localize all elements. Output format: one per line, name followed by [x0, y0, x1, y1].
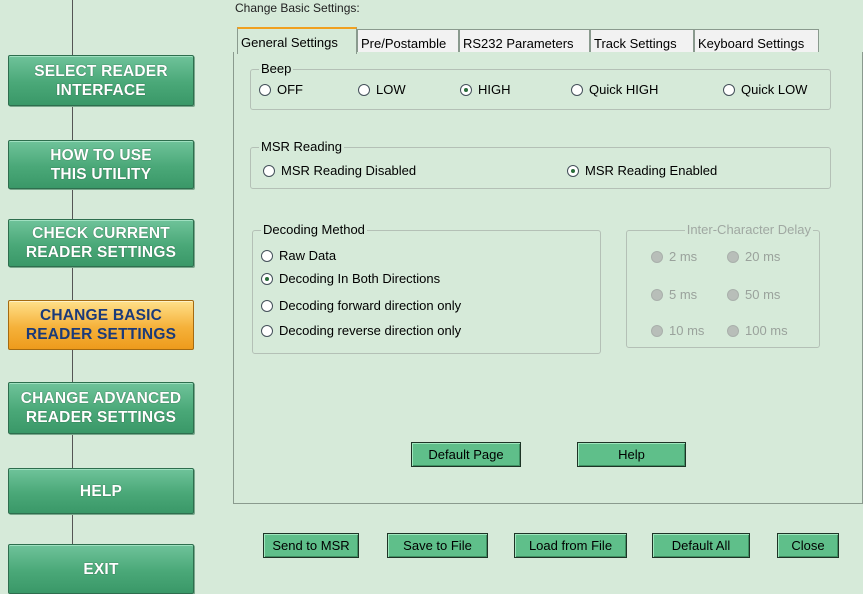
radio-selected-icon [261, 272, 273, 285]
beep-off-radio[interactable]: OFF [259, 82, 303, 97]
decoding-reverse-radio[interactable]: Decoding reverse direction only [261, 323, 461, 338]
exit-button[interactable]: EXIT [8, 544, 194, 594]
group-caption: Change Basic Settings: [235, 1, 360, 15]
nav-connector [72, 0, 73, 55]
close-button[interactable]: Close [777, 533, 839, 558]
decoding-forward-radio[interactable]: Decoding forward direction only [261, 298, 461, 313]
radio-circle-icon [727, 250, 739, 263]
delay-2ms-radio[interactable]: 2 ms [651, 249, 697, 264]
radio-circle-icon [651, 250, 663, 263]
decoding-forward-label: Decoding forward direction only [279, 298, 462, 313]
beep-legend: Beep [259, 61, 294, 76]
beep-high-radio[interactable]: HIGH [460, 82, 511, 97]
load-from-file-button[interactable]: Load from File [514, 533, 627, 558]
beep-quick-high-radio[interactable]: Quick HIGH [571, 82, 658, 97]
beep-high-label: HIGH [478, 82, 511, 97]
delay-100ms-label: 100 ms [745, 323, 788, 338]
radio-circle-icon [261, 299, 273, 312]
msr-reading-enabled-label: MSR Reading Enabled [585, 163, 718, 178]
decoding-reverse-label: Decoding reverse direction only [279, 323, 462, 338]
decoding-method-group: Decoding Method Raw Data Decoding In Bot… [252, 222, 601, 354]
nav-connector [72, 187, 73, 219]
decoding-method-legend: Decoding Method [261, 222, 367, 237]
decoding-raw-label: Raw Data [279, 248, 337, 263]
how-to-use-button[interactable]: HOW TO USE THIS UTILITY [8, 140, 194, 189]
msr-reading-legend: MSR Reading [259, 139, 344, 154]
radio-circle-icon [727, 288, 739, 301]
tab-pre-postamble[interactable]: Pre/Postamble [357, 29, 459, 52]
tab-rs232-parameters[interactable]: RS232 Parameters [459, 29, 590, 52]
delay-2ms-label: 2 ms [669, 249, 698, 264]
radio-circle-icon [651, 324, 663, 337]
beep-quick-low-radio[interactable]: Quick LOW [723, 82, 807, 97]
msr-reading-disabled-radio[interactable]: MSR Reading Disabled [263, 163, 416, 178]
inter-character-delay-legend: Inter-Character Delay [684, 222, 813, 237]
radio-circle-icon [259, 83, 271, 96]
radio-circle-icon [358, 83, 370, 96]
delay-20ms-radio[interactable]: 20 ms [727, 249, 780, 264]
beep-off-label: OFF [277, 82, 303, 97]
delay-50ms-label: 50 ms [745, 287, 781, 302]
delay-10ms-label: 10 ms [669, 323, 705, 338]
delay-5ms-label: 5 ms [669, 287, 698, 302]
beep-quick-high-label: Quick HIGH [589, 82, 659, 97]
beep-low-label: LOW [376, 82, 406, 97]
delay-20ms-label: 20 ms [745, 249, 781, 264]
radio-selected-icon [460, 83, 472, 96]
radio-circle-icon [263, 164, 275, 177]
help-nav-button[interactable]: HELP [8, 468, 194, 514]
nav-connector [72, 265, 73, 300]
msr-reading-disabled-label: MSR Reading Disabled [281, 163, 417, 178]
radio-selected-icon [567, 164, 579, 177]
radio-circle-icon [723, 83, 735, 96]
decoding-both-radio[interactable]: Decoding In Both Directions [261, 271, 440, 286]
check-current-settings-button[interactable]: CHECK CURRENT READER SETTINGS [8, 219, 194, 267]
nav-connector [72, 512, 73, 544]
decoding-raw-radio[interactable]: Raw Data [261, 248, 336, 263]
tab-general-settings[interactable]: General Settings [237, 27, 357, 54]
delay-50ms-radio[interactable]: 50 ms [727, 287, 780, 302]
beep-group: Beep OFF LOW HIGH Quick HIGH Quick LOW [250, 61, 831, 110]
save-to-file-button[interactable]: Save to File [387, 533, 488, 558]
inter-character-delay-group: Inter-Character Delay 2 ms 20 ms 5 ms 50… [626, 222, 820, 348]
tab-track-settings[interactable]: Track Settings [590, 29, 694, 52]
tab-keyboard-settings[interactable]: Keyboard Settings [694, 29, 819, 52]
change-advanced-settings-button[interactable]: CHANGE ADVANCED READER SETTINGS [8, 382, 194, 434]
radio-circle-icon [651, 288, 663, 301]
default-page-button[interactable]: Default Page [411, 442, 521, 467]
decoding-both-label: Decoding In Both Directions [279, 271, 441, 286]
change-basic-settings-button[interactable]: CHANGE BASIC READER SETTINGS [8, 300, 194, 350]
beep-low-radio[interactable]: LOW [358, 82, 406, 97]
delay-10ms-radio[interactable]: 10 ms [651, 323, 704, 338]
msr-reading-group: MSR Reading MSR Reading Disabled MSR Rea… [250, 139, 831, 189]
msr-reading-enabled-radio[interactable]: MSR Reading Enabled [567, 163, 717, 178]
help-button[interactable]: Help [577, 442, 686, 467]
delay-100ms-radio[interactable]: 100 ms [727, 323, 788, 338]
beep-quick-low-label: Quick LOW [741, 82, 808, 97]
delay-5ms-radio[interactable]: 5 ms [651, 287, 697, 302]
radio-circle-icon [571, 83, 583, 96]
default-all-button[interactable]: Default All [652, 533, 750, 558]
select-reader-interface-button[interactable]: SELECT READER INTERFACE [8, 55, 194, 106]
nav-connector [72, 348, 73, 382]
radio-circle-icon [727, 324, 739, 337]
radio-circle-icon [261, 324, 273, 337]
nav-connector [72, 432, 73, 468]
send-to-msr-button[interactable]: Send to MSR [263, 533, 359, 558]
radio-circle-icon [261, 249, 273, 262]
nav-connector [72, 104, 73, 140]
